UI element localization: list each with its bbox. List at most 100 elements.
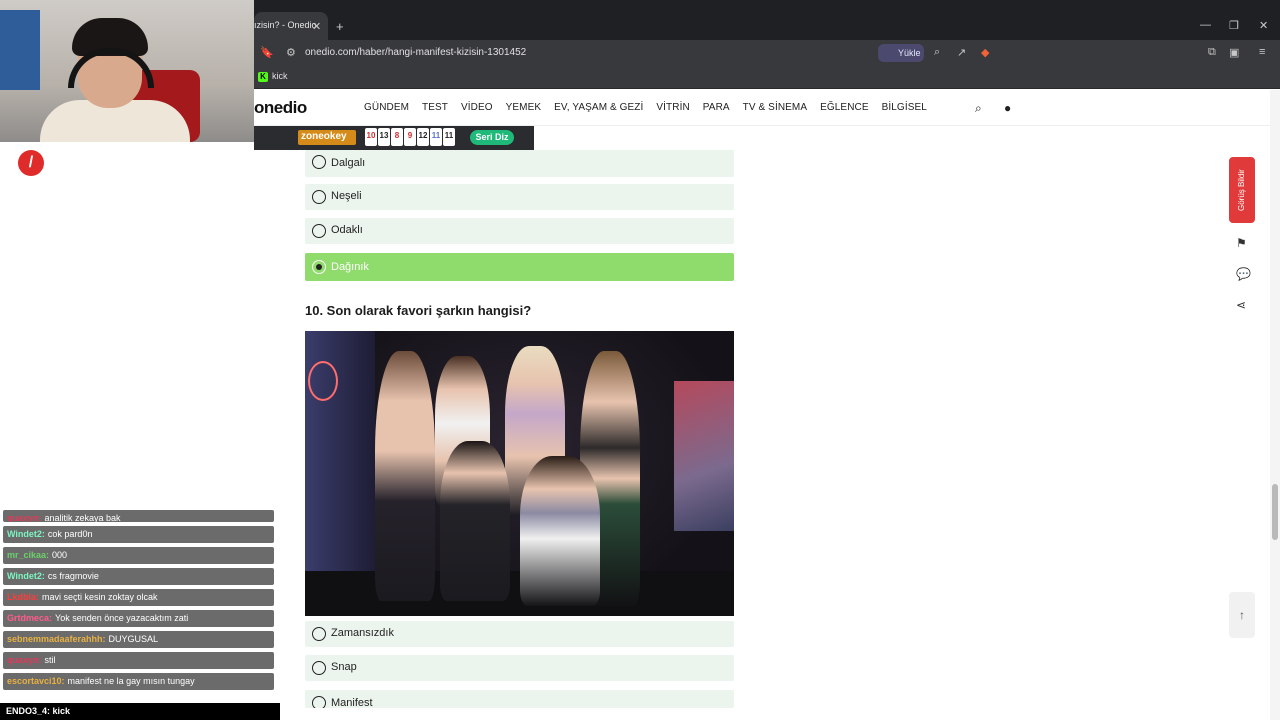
option-label: Zamansızdık [331, 627, 394, 639]
chat-user: Windet2: [7, 529, 45, 539]
zoom-icon[interactable]: ⌕ [934, 46, 940, 59]
radio-button[interactable] [312, 190, 326, 204]
nav-video[interactable]: VİDEO [461, 102, 493, 113]
share-page-icon[interactable]: ↗ [957, 46, 966, 59]
image-neon-heart [308, 361, 338, 401]
radio-button[interactable] [312, 661, 326, 675]
restore-icon[interactable]: ❐ [1229, 19, 1239, 32]
bookmark-page-icon[interactable]: 🔖 [260, 46, 274, 59]
radio-button[interactable] [312, 696, 326, 708]
chat-overlay: quaxyn: analitik zekaya bak Windet2: cok p… [3, 510, 274, 694]
nav-vitrin[interactable]: VİTRİN [656, 102, 689, 113]
background-shelf [0, 10, 40, 90]
image-person [440, 441, 510, 601]
nav-tv-sinema[interactable]: TV & SİNEMA [743, 102, 807, 113]
chat-message: sebnemmadaaferahhh: DUYGUSAL [3, 631, 274, 648]
comments-icon[interactable]: 💬 [1236, 267, 1251, 281]
search-icon[interactable]: ⌕ [975, 101, 982, 116]
quiz-option[interactable]: Zamansızdık [305, 621, 734, 647]
radio-button[interactable] [312, 155, 326, 169]
chat-message: Grtdmeca: Yok senden önce yazacaktım zati [3, 610, 274, 627]
extensions-icon[interactable]: ⧉ [1208, 46, 1216, 59]
quiz-option-selected[interactable]: Dağınık [305, 253, 734, 281]
radio-button[interactable] [312, 627, 326, 641]
bookmark-icon[interactable]: ⚑ [1236, 236, 1247, 250]
ad-seri-diz-button[interactable]: Seri Diz [470, 130, 514, 145]
share-icon[interactable]: ⋖ [1236, 298, 1246, 312]
radio-button[interactable] [312, 224, 326, 238]
arrow-up-icon[interactable]: ↑ [1229, 592, 1255, 638]
ad-tile: 10 [365, 128, 377, 146]
quiz-option[interactable]: Odaklı [305, 218, 734, 244]
sidebar-toggle-icon[interactable]: ▣ [1229, 46, 1239, 59]
ad-tile: 12 [417, 128, 429, 146]
page-scrollbar[interactable] [1270, 90, 1280, 720]
quiz-option[interactable]: Snap [305, 655, 734, 681]
menu-icon[interactable]: ≡ [1259, 46, 1265, 58]
bookmark-kick[interactable]: Kkick [258, 71, 288, 82]
main-nav: GÜNDEM TEST VİDEO YEMEK EV, YAŞAM & GEZİ… [364, 102, 940, 113]
chat-message: quaxyn: stil [3, 652, 274, 669]
nav-bilgisel[interactable]: BİLGİSEL [882, 102, 927, 113]
ad-tile: 13 [378, 128, 390, 146]
chat-user: Windet2: [7, 571, 45, 581]
option-label: Neşeli [331, 190, 362, 202]
scrollbar-thumb[interactable] [1272, 484, 1278, 540]
ad-zone-logo[interactable]: zoneokey [298, 130, 356, 145]
quiz-option[interactable]: Manifest [305, 690, 734, 708]
chat-message: mr_cikaa: 000 [3, 547, 274, 564]
tab-close-icon[interactable]: ✕ [312, 20, 321, 33]
chat-message: Lkdbla: mavi seçti kesin zoktay olcak [3, 589, 274, 606]
screen: ızisin? - Onedio ✕ + — ❐ ✕ 🔖 ⚙ onedio.co… [0, 0, 1280, 720]
nav-eglence[interactable]: EĞLENCE [820, 102, 869, 113]
option-label: Dalgalı [331, 157, 366, 169]
nav-test[interactable]: TEST [422, 102, 448, 113]
site-info-icon[interactable]: ⚙ [286, 46, 296, 59]
chat-message: Windet2: cok pard0n [3, 526, 274, 543]
image-person [520, 456, 600, 606]
chat-text: DUYGUSAL [108, 634, 159, 644]
radio-button-checked[interactable] [312, 260, 326, 274]
chat-user: quaxyn: [7, 513, 42, 522]
close-window-icon[interactable]: ✕ [1259, 19, 1268, 32]
ad-tile: 8 [391, 128, 403, 146]
chat-user: Lkdbla: [7, 592, 40, 602]
chat-ticker: ENDO3_4: kick [0, 703, 280, 720]
option-label: Dağınık [331, 261, 369, 273]
kick-logo-icon: K [258, 72, 268, 82]
quiz-option[interactable]: Dalgalı [305, 150, 734, 177]
ad-tile: 11 [443, 128, 455, 146]
chat-text: 000 [52, 550, 68, 560]
new-tab-icon[interactable]: + [336, 19, 344, 34]
nav-para[interactable]: PARA [703, 102, 730, 113]
chat-message: quaxyn: analitik zekaya bak [3, 510, 274, 522]
chat-text: cs fragmovie [47, 571, 99, 581]
url-text[interactable]: onedio.com/haber/hangi-manifest-kizisin-… [305, 47, 526, 58]
nav-ev-yasam-gezi[interactable]: EV, YAŞAM & GEZİ [554, 102, 643, 113]
chat-user: sebnemmadaaferahhh: [7, 634, 106, 644]
chat-text: Yok senden önce yazacaktım zati [55, 613, 189, 623]
chat-text: manifest ne la gay mısın tungay [67, 676, 195, 686]
upload-chip[interactable]: Yükle [878, 44, 924, 62]
chat-user: Grtdmeca: [7, 613, 53, 623]
nav-gundem[interactable]: GÜNDEM [364, 102, 409, 113]
user-icon[interactable]: ● [1004, 101, 1011, 115]
brave-shield-icon[interactable]: ◆ [981, 46, 989, 59]
chat-text: analitik zekaya bak [44, 513, 121, 522]
quiz-option[interactable]: Neşeli [305, 184, 734, 210]
ad-tile: 11 [430, 128, 442, 146]
nav-yemek[interactable]: YEMEK [506, 102, 542, 113]
minimize-icon[interactable]: — [1200, 19, 1211, 31]
chat-text: mavi seçti kesin zoktay olcak [42, 592, 158, 602]
option-label: Snap [331, 661, 357, 673]
chat-message: escortavci10: manifest ne la gay mısın tu… [3, 673, 274, 690]
image-wall-art [674, 381, 734, 531]
tab-title: ızisin? - Onedio [254, 20, 317, 30]
webcam-feed [0, 0, 254, 142]
site-logo[interactable]: onedio [254, 98, 307, 118]
feedback-button[interactable]: Görüş Bildir [1229, 157, 1255, 223]
question-image [305, 331, 734, 616]
chat-user: quaxyn: [7, 655, 42, 665]
option-label: Odaklı [331, 224, 363, 236]
chat-text: stil [44, 655, 56, 665]
